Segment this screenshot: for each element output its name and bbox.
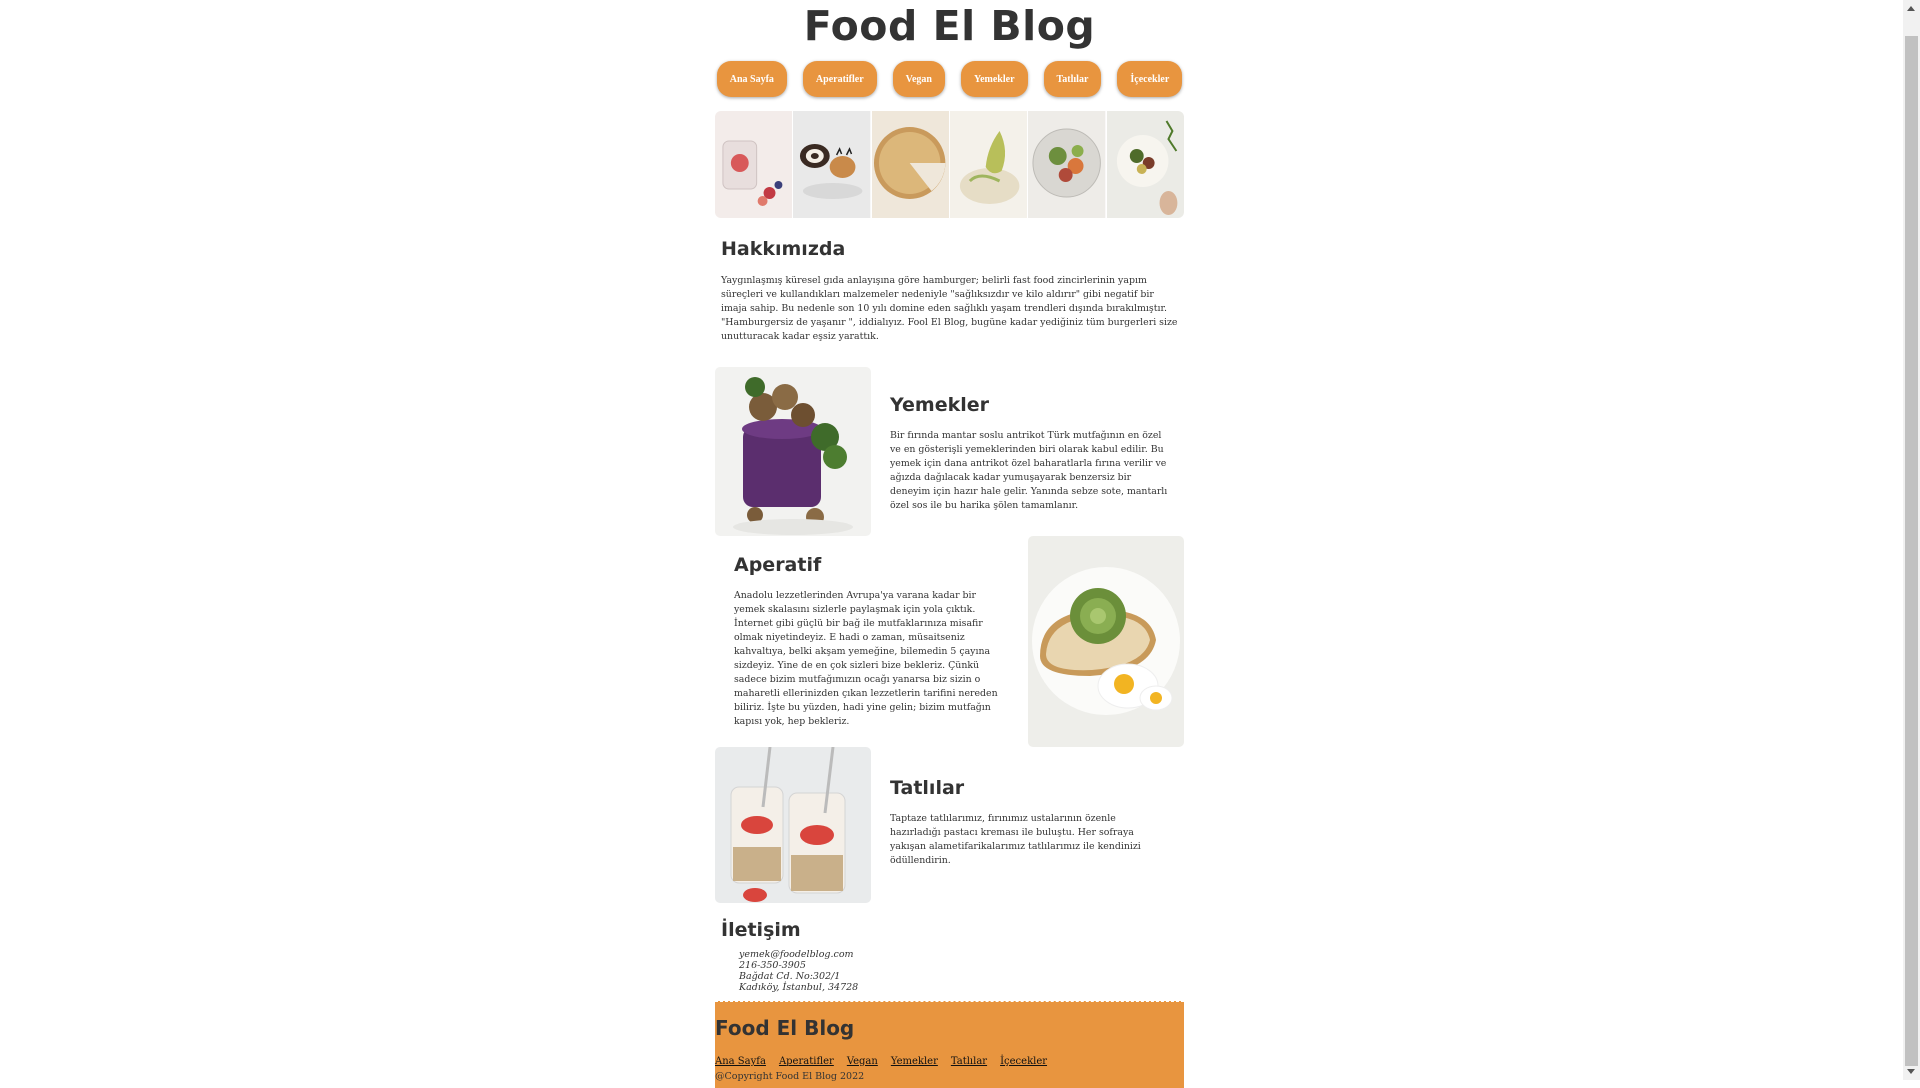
- footer-link-aperatifler[interactable]: Aperatifler: [779, 1056, 834, 1067]
- page: Food El Blog Ana Sayfa Aperatifler Vegan…: [715, 0, 1184, 1088]
- vertical-scrollbar[interactable]: [1903, 0, 1920, 1080]
- nav-vegan[interactable]: Vegan: [892, 61, 945, 97]
- scroll-up-icon[interactable]: [1907, 6, 1915, 11]
- yemekler-heading: Yemekler: [890, 394, 989, 416]
- footer-nav: Ana Sayfa Aperatifler Vegan Yemekler Tat…: [715, 1056, 1184, 1067]
- contact-info: yemek@foodelblog.com 216-350-3905 Bağdat…: [721, 949, 1178, 993]
- nav-yemekler[interactable]: Yemekler: [960, 61, 1028, 97]
- cake-roll-photo: [793, 111, 872, 218]
- photo-gallery: [715, 111, 1184, 218]
- scroll-down-icon[interactable]: [1907, 1069, 1915, 1074]
- contact-address-line1: Bağdat Cd. No:302/1: [739, 971, 841, 982]
- main-nav: Ana Sayfa Aperatifler Vegan Yemekler Tat…: [715, 61, 1184, 97]
- contact-address-line2: Kadıköy, İstanbul, 34728: [739, 982, 859, 993]
- about-text: Yaygınlaşmış küresel gıda anlayışına gör…: [721, 275, 1178, 342]
- site-title: Food El Blog: [803, 2, 1096, 50]
- nav-icecekler[interactable]: İçecekler: [1117, 61, 1183, 97]
- aperatif-photo: [1028, 536, 1184, 747]
- footer-link-yemekler[interactable]: Yemekler: [891, 1056, 938, 1067]
- tatlilar-heading: Tatlılar: [890, 777, 965, 799]
- fruit-jar-photo: [715, 111, 794, 218]
- about-section: Hakkımızda Yaygınlaşmış küresel gıda anl…: [715, 218, 1184, 344]
- tatlilar-photo: [715, 747, 871, 903]
- salad-plate-photo: [1106, 111, 1184, 218]
- yemekler-text: Bir fırında mantar soslu antrikot Türk m…: [890, 430, 1168, 511]
- aperatif-heading: Aperatif: [734, 554, 822, 576]
- copyright-text: @Copyright Food El Blog 2022: [715, 1071, 865, 1082]
- aperatif-section: Aperatif Anadolu lezzetlerinden Avrupa'y…: [715, 536, 1184, 747]
- aperatif-text: Anadolu lezzetlerinden Avrupa'ya varana …: [734, 590, 998, 727]
- contact-section: İletişim yemek@foodelblog.com 216-350-39…: [715, 903, 1184, 993]
- nav-ana-sayfa[interactable]: Ana Sayfa: [716, 61, 787, 97]
- yemekler-photo: [715, 367, 871, 536]
- pear-dish-photo: [949, 111, 1029, 218]
- footer-link-icecekler[interactable]: İçecekler: [1000, 1056, 1047, 1067]
- nav-aperatifler[interactable]: Aperatifler: [802, 61, 877, 97]
- salad-bowl-photo: [1028, 111, 1107, 218]
- nav-tatlilar[interactable]: Tatlılar: [1043, 61, 1102, 97]
- tatlilar-text: Taptaze tatlılarımız, fırınımız ustaları…: [890, 813, 1141, 866]
- footer-title: Food El Blog: [715, 1016, 855, 1040]
- yemekler-section: Yemekler Bir fırında mantar soslu antrik…: [715, 367, 1184, 536]
- contact-email: yemek@foodelblog.com: [739, 949, 854, 960]
- tatlilar-section: Tatlılar Taptaze tatlılarımız, fırınımız…: [715, 747, 1184, 903]
- about-heading: Hakkımızda: [721, 238, 846, 260]
- scrollbar-thumb[interactable]: [1905, 36, 1918, 1066]
- footer-link-ana-sayfa[interactable]: Ana Sayfa: [715, 1056, 766, 1067]
- pie-photo: [871, 111, 950, 218]
- footer: Food El Blog Ana Sayfa Aperatifler Vegan…: [715, 1001, 1184, 1088]
- contact-heading: İletişim: [721, 919, 801, 941]
- footer-link-vegan[interactable]: Vegan: [847, 1056, 878, 1067]
- footer-link-tatlilar[interactable]: Tatlılar: [951, 1056, 987, 1067]
- contact-phone: 216-350-3905: [739, 960, 806, 971]
